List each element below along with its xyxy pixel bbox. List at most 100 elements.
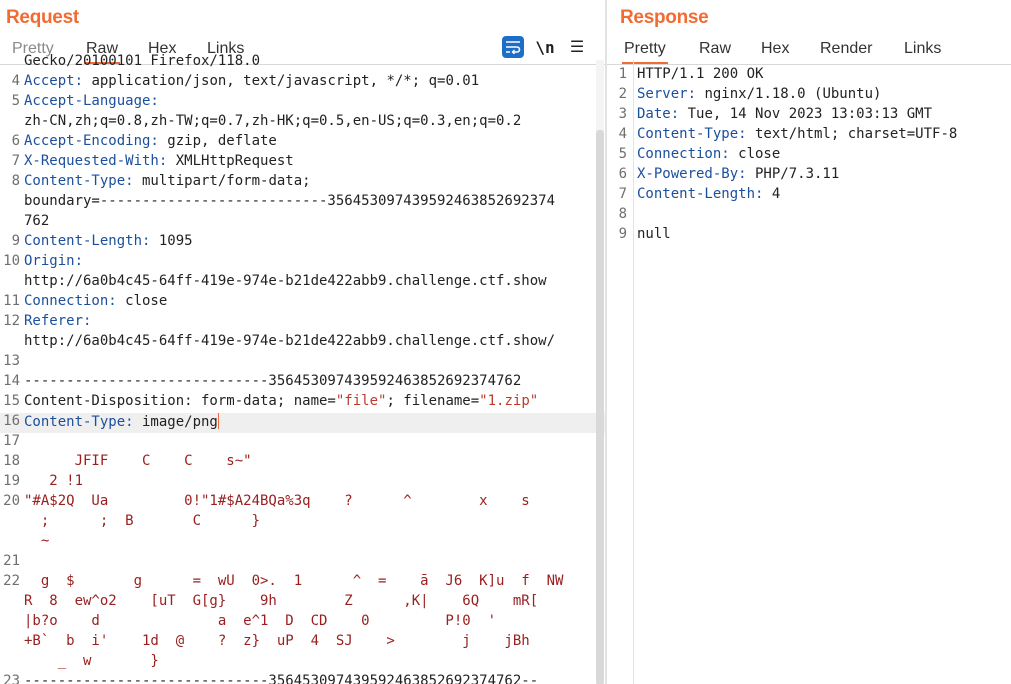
line-text: Connection: close xyxy=(637,146,780,162)
binary-data: 2 !1 xyxy=(24,473,84,489)
line-text: Content-Type: image/png xyxy=(24,413,219,430)
line-text: Accept: application/json, text/javascrip… xyxy=(24,73,479,89)
response-tab-hex[interactable]: Hex xyxy=(761,40,789,58)
plain-text: -----------------------------35645309743… xyxy=(24,373,522,389)
header-name: Content-Length: xyxy=(24,233,151,249)
line-text: Server: nginx/1.18.0 (Ubuntu) xyxy=(637,86,881,102)
line-text: g $ g = wU 0>. 1 ^ = ā J6 K]u f NW xyxy=(24,573,564,589)
request-title: Request xyxy=(6,7,79,28)
line-text: Accept-Language: xyxy=(24,93,159,109)
line-text: http://6a0b4c45-64ff-419e-974e-b21de422a… xyxy=(24,273,547,289)
line-number: 12 xyxy=(3,313,20,329)
line-number: 19 xyxy=(3,473,20,489)
response-tabs: Pretty Raw Hex Render Links xyxy=(607,38,1011,65)
code-line: 21 xyxy=(0,553,606,573)
response-tab-raw[interactable]: Raw xyxy=(699,40,731,58)
plain-text: -----------------------------35645309743… xyxy=(24,673,539,684)
line-text: 762 xyxy=(24,213,49,229)
binary-data: |b?o d a e^1 D CD 0 P!0 ' xyxy=(24,613,497,629)
response-editor[interactable]: 1 HTTP/1.1 200 OK 2 Server: nginx/1.18.0 (U… xyxy=(611,66,1011,684)
header-name: Server: xyxy=(637,86,697,102)
line-text: http://6a0b4c45-64ff-419e-974e-b21de422a… xyxy=(24,333,555,349)
line-number: 1 xyxy=(618,66,627,82)
response-tab-links[interactable]: Links xyxy=(904,40,941,58)
line-text: Accept-Encoding: gzip, deflate xyxy=(24,133,277,149)
code-line: 19 2 !1 xyxy=(0,473,606,493)
response-tab-pretty[interactable]: Pretty xyxy=(622,40,668,64)
line-number: 6 xyxy=(618,166,627,182)
code-line: zh-CN,zh;q=0.8,zh-TW;q=0.7,zh-HK;q=0.5,e… xyxy=(0,113,606,133)
code-line: 13 xyxy=(0,353,606,373)
request-scrollbar-thumb[interactable] xyxy=(596,130,604,684)
line-number: 7 xyxy=(618,186,627,202)
binary-data: _ w } xyxy=(24,653,159,669)
plain-text: zh-CN,zh;q=0.8,zh-TW;q=0.7,zh-HK;q=0.5,e… xyxy=(24,113,522,129)
line-number: 16 xyxy=(3,413,20,429)
line-number: 23 xyxy=(3,673,20,684)
plain-text: HTTP/1.1 200 OK xyxy=(637,66,764,82)
header-name: Content-Length: xyxy=(637,186,764,202)
line-number: 7 xyxy=(11,153,20,169)
header-value: PHP/7.3.11 xyxy=(746,166,840,182)
code-line: 5 Accept-Language: xyxy=(0,93,606,113)
line-text: Content-Length: 4 xyxy=(637,186,780,202)
code-line: 23 -----------------------------356453097… xyxy=(0,673,606,684)
disposition-prefix: Content-Disposition: form-data; name= xyxy=(24,393,336,409)
code-line: 8 xyxy=(611,206,1011,226)
response-tab-render[interactable]: Render xyxy=(820,40,872,58)
line-text: boundary=---------------------------3564… xyxy=(24,193,555,209)
code-line: 4 Accept: application/json, text/javascri… xyxy=(0,73,606,93)
code-line: boundary=---------------------------3564… xyxy=(0,193,606,213)
code-line: 762 xyxy=(0,213,606,233)
line-text: Origin: xyxy=(24,253,83,269)
line-number: 9 xyxy=(618,226,627,242)
code-line: 17 xyxy=(0,433,606,453)
response-title: Response xyxy=(620,7,709,28)
line-text: _ w } xyxy=(24,653,159,669)
line-text: -----------------------------35645309743… xyxy=(24,373,521,389)
code-line: 14 -----------------------------356453097… xyxy=(0,373,606,393)
line-text: "#A$2Q Ua 0!"1#$A24BQa%3q ? ^ x s xyxy=(24,493,530,509)
code-line: 3 Date: Tue, 14 Nov 2023 13:03:13 GMT xyxy=(611,106,1011,126)
code-line: 6 Accept-Encoding: gzip, deflate xyxy=(0,133,606,153)
code-line: 6 X-Powered-By: PHP/7.3.11 xyxy=(611,166,1011,186)
binary-data: ~ xyxy=(24,533,50,549)
code-line: 4 Content-Type: text/html; charset=UTF-8 xyxy=(611,126,1011,146)
code-line: 2 Server: nginx/1.18.0 (Ubuntu) xyxy=(611,86,1011,106)
header-name: Accept-Language: xyxy=(24,93,159,109)
code-line: Gecko/20100101 Firefox/118.0 xyxy=(0,53,606,73)
line-number: 3 xyxy=(618,106,627,122)
header-value: close xyxy=(116,293,168,309)
plain-text: http://6a0b4c45-64ff-419e-974e-b21de422a… xyxy=(24,273,547,289)
line-text: ~ xyxy=(24,533,49,549)
quoted-value: "1.zip" xyxy=(479,393,539,409)
plain-text: boundary=---------------------------3564… xyxy=(24,193,556,209)
line-number: 8 xyxy=(618,206,627,222)
request-editor[interactable]: Gecko/20100101 Firefox/118.0 4 Accept: app… xyxy=(0,53,606,684)
code-line: 15 Content-Disposition: form-data; name="… xyxy=(0,393,606,413)
code-line: ; ; B C } xyxy=(0,513,606,533)
line-text: Referer: xyxy=(24,313,91,329)
code-line: 11 Connection: close xyxy=(0,293,606,313)
header-value: Tue, 14 Nov 2023 13:03:13 GMT xyxy=(679,106,933,122)
code-line: 16 Content-Type: image/png xyxy=(0,413,606,433)
header-value: gzip, deflate xyxy=(158,133,277,149)
binary-data: +B` b i' 1d @ ? z} uP 4 SJ > j jBh xyxy=(24,633,530,649)
line-text: X-Powered-By: PHP/7.3.11 xyxy=(637,166,839,182)
line-number: 18 xyxy=(3,453,20,469)
header-name: Connection: xyxy=(24,293,117,309)
plain-text: null xyxy=(637,226,671,242)
code-line: 7 X-Requested-With: XMLHttpRequest xyxy=(0,153,606,173)
line-text: Content-Type: text/html; charset=UTF-8 xyxy=(637,126,957,142)
line-number: 13 xyxy=(3,353,20,369)
header-value: 1095 xyxy=(150,233,193,249)
header-name: Connection: xyxy=(637,146,730,162)
line-number: 10 xyxy=(3,253,20,269)
binary-data: ; ; B C } xyxy=(24,513,261,529)
header-name: Origin: xyxy=(24,253,84,269)
line-text: Content-Type: multipart/form-data; xyxy=(24,173,311,189)
code-line: +B` b i' 1d @ ? z} uP 4 SJ > j jBh xyxy=(0,633,606,653)
line-text: Date: Tue, 14 Nov 2023 13:03:13 GMT xyxy=(637,106,932,122)
code-line: ~ xyxy=(0,533,606,553)
line-number: 9 xyxy=(11,233,20,249)
